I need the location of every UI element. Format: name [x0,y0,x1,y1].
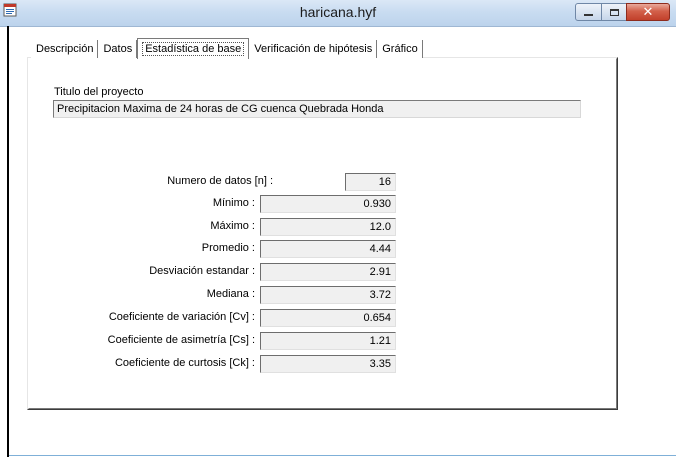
app-window: haricana.hyf ✕ Descripción Datos Estadís… [0,0,676,457]
project-title-field: Precipitacion Maxima de 24 horas de CG c… [53,100,581,118]
maximize-icon [609,8,619,16]
stat-value: 0.654 [260,309,396,327]
stat-label: Máximo : [210,220,255,232]
stat-value: 3.72 [260,286,396,304]
maximize-button[interactable] [601,3,627,21]
stat-label: Mediana : [206,288,255,300]
stat-label: Numero de datos [n] : [167,175,273,187]
stat-row-maximo: Máximo : 12.0 [0,218,676,236]
stat-value: 4.44 [260,240,396,258]
tab-estadistica-label: Estadística de base [142,42,245,56]
stat-row-cs: Coeficiente de asimetría [Cs] : 1.21 [0,332,676,350]
stat-value: 16 [345,173,396,191]
stat-value: 3.35 [260,355,396,373]
stat-row-desviacion: Desviación estandar : 2.91 [0,263,676,281]
minimize-button[interactable] [575,3,602,21]
stat-row-cv: Coeficiente de variación [Cv] : 0.654 [0,309,676,327]
stat-value: 2.91 [260,263,396,281]
stat-value: 0.930 [260,195,396,213]
stat-row-mediana: Mediana : 3.72 [0,286,676,304]
window-bottom-border [9,455,676,456]
tab-verificacion-de-hipotesis[interactable]: Verificación de hipótesis [249,40,378,58]
title-bar[interactable]: haricana.hyf ✕ [0,0,676,27]
tab-strip: Descripción Datos Estadística de base Ve… [31,38,423,59]
stat-label: Coeficiente de asimetría [Cs] : [107,334,255,346]
project-title-label: Titulo del proyecto [54,86,144,98]
stat-label: Coeficiente de curtosis [Ck] : [114,357,255,369]
tab-grafico[interactable]: Gráfico [377,40,423,58]
stat-row-promedio: Promedio : 4.44 [0,240,676,258]
stat-row-minimo: Mínimo : 0.930 [0,195,676,213]
stat-row-ck: Coeficiente de curtosis [Ck] : 3.35 [0,355,676,373]
stat-value: 1.21 [260,332,396,350]
stat-value: 12.0 [260,218,396,236]
tab-descripcion[interactable]: Descripción [31,40,99,58]
close-icon: ✕ [642,4,654,20]
tab-estadistica-de-base[interactable]: Estadística de base [137,38,250,59]
stat-label: Coeficiente de variación [Cv] : [108,311,255,323]
stat-label: Promedio : [201,242,255,254]
stat-row-n: Numero de datos [n] : 16 [0,173,676,191]
window-controls: ✕ [575,3,670,21]
close-button[interactable]: ✕ [626,3,670,21]
stat-label: Desviación estandar : [149,265,255,277]
tab-datos[interactable]: Datos [98,40,138,58]
stat-label: Mínimo : [212,197,255,209]
minimize-icon [584,14,593,16]
